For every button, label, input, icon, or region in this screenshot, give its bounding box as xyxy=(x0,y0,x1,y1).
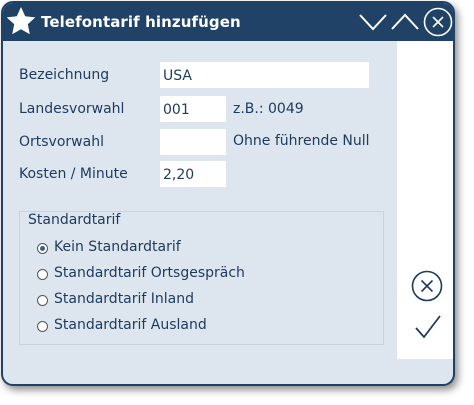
radio-button[interactable] xyxy=(37,243,48,254)
ortsvorwahl-hint: Ohne führende Null xyxy=(233,133,370,149)
chevron-up-icon[interactable] xyxy=(390,7,420,37)
dialog-window: Telefontarif hinzufügen Bezeichnung Land… xyxy=(1,1,455,386)
radio-label: Standardtarif Ausland xyxy=(54,317,207,333)
star-icon xyxy=(6,7,36,35)
ortsvorwahl-label: Ortsvorwahl xyxy=(19,134,104,150)
window-title: Telefontarif hinzufügen xyxy=(41,13,241,31)
action-panel xyxy=(397,41,453,359)
kosten-field[interactable] xyxy=(160,161,226,187)
kosten-label: Kosten / Minute xyxy=(19,166,128,182)
radio-button[interactable] xyxy=(37,295,48,306)
radio-label: Kein Standardtarif xyxy=(54,239,181,255)
ortsvorwahl-field[interactable] xyxy=(160,129,226,155)
radio-button[interactable] xyxy=(37,269,48,280)
radio-button[interactable] xyxy=(37,321,48,332)
cancel-circle-icon[interactable] xyxy=(410,269,444,303)
close-circle-icon[interactable] xyxy=(423,7,453,37)
landesvorwahl-field[interactable] xyxy=(160,96,226,122)
landesvorwahl-label: Landesvorwahl xyxy=(19,101,125,117)
chevron-down-icon[interactable] xyxy=(358,7,388,37)
title-bar[interactable]: Telefontarif hinzufügen xyxy=(3,3,453,41)
radio-label: Standardtarif Inland xyxy=(54,291,195,307)
standardtarif-legend: Standardtarif xyxy=(28,212,124,228)
bezeichnung-label: Bezeichnung xyxy=(19,67,110,83)
bezeichnung-field[interactable] xyxy=(160,62,369,88)
checkmark-icon[interactable] xyxy=(411,310,445,344)
landesvorwahl-hint: z.B.: 0049 xyxy=(233,101,304,117)
radio-label: Standardtarif Ortsgespräch xyxy=(54,265,245,281)
